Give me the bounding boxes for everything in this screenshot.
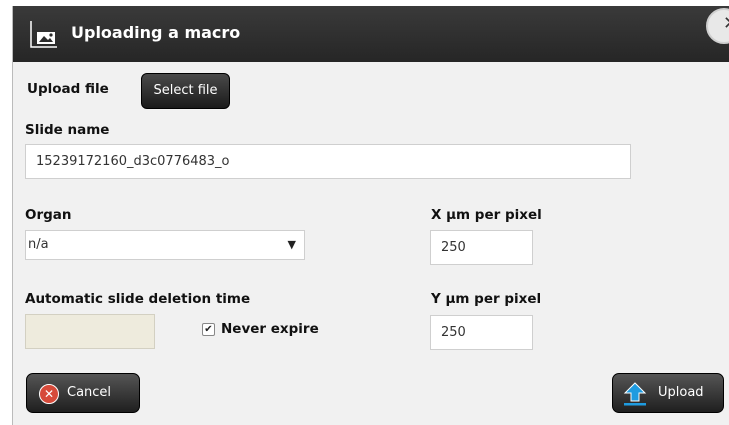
cancel-button-label: Cancel [67, 385, 112, 400]
dialog-title: Uploading a macro [71, 23, 241, 42]
slide-name-label: Slide name [25, 122, 110, 138]
deletion-time-input[interactable] [25, 314, 155, 349]
dialog-titlebar: Uploading a macro [13, 6, 729, 62]
cancel-button[interactable]: ✕ Cancel [26, 373, 140, 413]
upload-arrow-icon [623, 382, 647, 406]
upload-macro-dialog: Uploading a macro ✕ Upload file Select f… [12, 6, 729, 425]
organ-selected-value: n/a [28, 237, 49, 252]
close-icon: ✕ [723, 13, 729, 34]
y-um-per-pixel-input[interactable]: 250 [430, 315, 533, 350]
y-um-per-pixel-label: Y µm per pixel [431, 291, 542, 307]
slide-name-input[interactable]: 15239172160_d3c0776483_o [25, 144, 631, 179]
x-um-per-pixel-input[interactable]: 250 [430, 230, 533, 265]
deletion-time-label: Automatic slide deletion time [25, 291, 251, 307]
image-upload-icon [30, 21, 57, 48]
upload-button-label: Upload [658, 385, 704, 400]
select-file-button[interactable]: Select file [141, 73, 230, 109]
upload-button[interactable]: Upload [612, 373, 724, 413]
upload-file-label: Upload file [27, 81, 109, 97]
x-um-per-pixel-label: X µm per pixel [431, 207, 542, 223]
never-expire-label: Never expire [221, 321, 319, 337]
organ-select[interactable]: n/a ▼ [25, 230, 305, 260]
dropdown-arrow-icon: ▼ [287, 238, 296, 251]
organ-label: Organ [25, 207, 72, 223]
cancel-icon: ✕ [39, 384, 59, 404]
never-expire-checkbox[interactable]: ✔ [202, 323, 215, 336]
